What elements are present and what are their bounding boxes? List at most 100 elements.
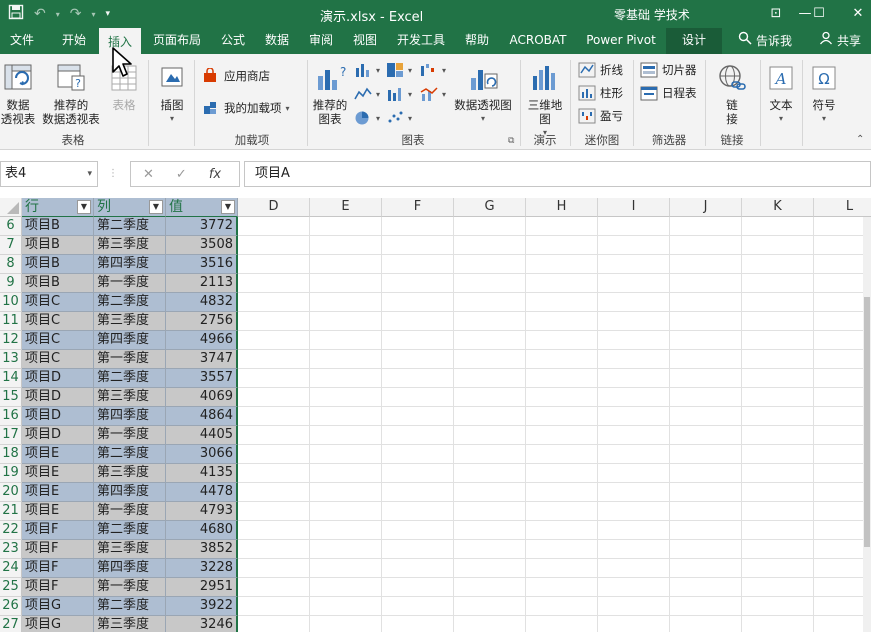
table-cell[interactable]: 4405: [166, 426, 238, 445]
empty-cell[interactable]: [670, 540, 742, 559]
empty-cell[interactable]: [454, 388, 526, 407]
recommended-charts-button[interactable]: ? 推荐的 图表: [310, 62, 350, 126]
empty-cell[interactable]: [670, 559, 742, 578]
table-cell[interactable]: 项目D: [22, 426, 94, 445]
table-cell[interactable]: 3557: [166, 369, 238, 388]
empty-cell[interactable]: [670, 578, 742, 597]
table-cell[interactable]: 第二季度: [94, 597, 166, 616]
empty-cell[interactable]: [238, 578, 310, 597]
slicer-button[interactable]: 切片器: [640, 62, 697, 78]
table-cell[interactable]: 项目E: [22, 464, 94, 483]
tab-review[interactable]: 审阅: [302, 28, 340, 54]
table-cell[interactable]: 4832: [166, 293, 238, 312]
empty-cell[interactable]: [454, 502, 526, 521]
empty-cell[interactable]: [238, 407, 310, 426]
insert-function-icon[interactable]: fx: [209, 167, 221, 182]
empty-cell[interactable]: [598, 274, 670, 293]
stat-chart-button[interactable]: ▾: [386, 86, 412, 102]
table-cell[interactable]: 4135: [166, 464, 238, 483]
empty-cell[interactable]: [598, 426, 670, 445]
empty-cell[interactable]: [598, 236, 670, 255]
table-cell[interactable]: 4478: [166, 483, 238, 502]
row-header[interactable]: 16: [0, 407, 22, 426]
table-cell[interactable]: 第一季度: [94, 502, 166, 521]
empty-cell[interactable]: [526, 407, 598, 426]
empty-cell[interactable]: [526, 255, 598, 274]
empty-cell[interactable]: [742, 331, 814, 350]
table-header-cell[interactable]: 行 ▼: [22, 198, 94, 217]
empty-cell[interactable]: [454, 578, 526, 597]
empty-cell[interactable]: [742, 426, 814, 445]
empty-cell[interactable]: [670, 236, 742, 255]
table-cell[interactable]: 3508: [166, 236, 238, 255]
sparkline-winloss-button[interactable]: 盈亏: [578, 108, 623, 124]
table-cell[interactable]: 第二季度: [94, 293, 166, 312]
tab-formulas[interactable]: 公式: [214, 28, 252, 54]
empty-cell[interactable]: [526, 483, 598, 502]
table-cell[interactable]: 项目B: [22, 274, 94, 293]
empty-cell[interactable]: [598, 445, 670, 464]
row-header[interactable]: 23: [0, 540, 22, 559]
empty-cell[interactable]: [454, 464, 526, 483]
tab-view[interactable]: 视图: [346, 28, 384, 54]
empty-cell[interactable]: [742, 616, 814, 632]
empty-cell[interactable]: [454, 312, 526, 331]
table-header-cell[interactable]: 值 ▼: [166, 198, 238, 217]
empty-cell[interactable]: [310, 540, 382, 559]
empty-cell[interactable]: [310, 407, 382, 426]
worksheet-grid[interactable]: 行 ▼ 列 ▼ 值 ▼ D E F G H I J K L 6 项目B 第二季度 3772 7 项目B 第三季度 3508…: [0, 198, 871, 632]
empty-cell[interactable]: [742, 521, 814, 540]
empty-cell[interactable]: [742, 255, 814, 274]
empty-cell[interactable]: [598, 407, 670, 426]
row-header[interactable]: 27: [0, 616, 22, 632]
empty-cell[interactable]: [382, 578, 454, 597]
row-header[interactable]: 26: [0, 597, 22, 616]
empty-cell[interactable]: [310, 274, 382, 293]
empty-cell[interactable]: [382, 597, 454, 616]
empty-cell[interactable]: [382, 274, 454, 293]
empty-cell[interactable]: [526, 293, 598, 312]
empty-cell[interactable]: [526, 578, 598, 597]
empty-cell[interactable]: [454, 559, 526, 578]
empty-cell[interactable]: [310, 521, 382, 540]
empty-cell[interactable]: [238, 616, 310, 632]
filter-dropdown-icon[interactable]: ▼: [221, 200, 235, 214]
empty-cell[interactable]: [598, 521, 670, 540]
table-cell[interactable]: 项目D: [22, 369, 94, 388]
empty-cell[interactable]: [382, 236, 454, 255]
close-button[interactable]: ✕: [845, 3, 871, 25]
empty-cell[interactable]: [454, 369, 526, 388]
empty-cell[interactable]: [382, 616, 454, 632]
enter-icon[interactable]: ✓: [176, 167, 187, 182]
column-header[interactable]: F: [382, 198, 454, 217]
empty-cell[interactable]: [526, 502, 598, 521]
empty-cell[interactable]: [742, 407, 814, 426]
table-cell[interactable]: 3516: [166, 255, 238, 274]
table-cell[interactable]: 2113: [166, 274, 238, 293]
row-header[interactable]: 21: [0, 502, 22, 521]
share-button[interactable]: 共享: [812, 28, 868, 54]
empty-cell[interactable]: [598, 331, 670, 350]
pivot-chart-button[interactable]: 数据透视图 ▾: [452, 62, 514, 126]
table-cell[interactable]: 项目F: [22, 521, 94, 540]
table-cell[interactable]: 第一季度: [94, 578, 166, 597]
table-cell[interactable]: 项目B: [22, 217, 94, 236]
empty-cell[interactable]: [310, 236, 382, 255]
tab-file[interactable]: 文件: [0, 28, 44, 54]
empty-cell[interactable]: [670, 502, 742, 521]
column-chart-button[interactable]: ▾: [354, 62, 380, 78]
table-cell[interactable]: 3772: [166, 217, 238, 236]
row-header[interactable]: 20: [0, 483, 22, 502]
empty-cell[interactable]: [238, 464, 310, 483]
redo-dropdown-icon[interactable]: ▾: [91, 10, 95, 19]
table-cell[interactable]: 4864: [166, 407, 238, 426]
empty-cell[interactable]: [382, 521, 454, 540]
name-box[interactable]: 表4 ▾: [0, 161, 98, 187]
empty-cell[interactable]: [454, 293, 526, 312]
pie-chart-button[interactable]: ▾: [354, 110, 380, 126]
empty-cell[interactable]: [670, 464, 742, 483]
collapse-ribbon-icon[interactable]: ⌃: [856, 134, 864, 145]
empty-cell[interactable]: [310, 559, 382, 578]
table-cell[interactable]: 3852: [166, 540, 238, 559]
empty-cell[interactable]: [238, 445, 310, 464]
